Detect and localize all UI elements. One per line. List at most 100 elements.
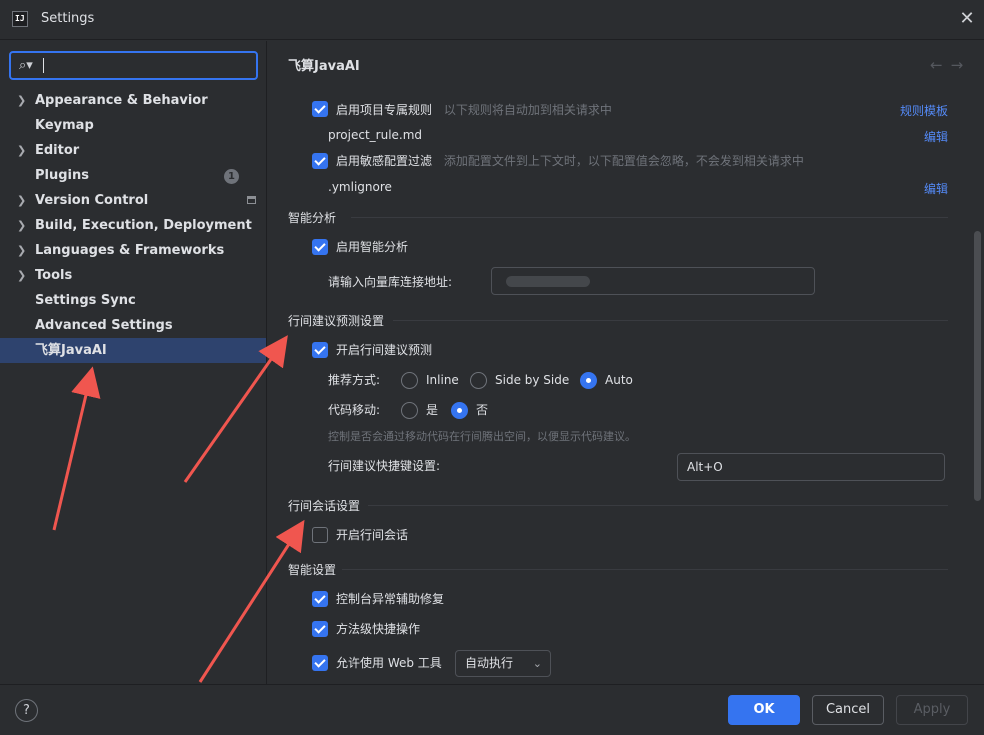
cancel-button[interactable]: Cancel xyxy=(812,695,884,725)
sidebar-item-settings-sync[interactable]: Settings Sync xyxy=(0,288,266,313)
vector-db-url-field[interactable] xyxy=(491,267,815,295)
web-tool-mode-value: 自动执行 xyxy=(465,656,514,670)
chevron-right-icon: ❯ xyxy=(17,194,27,207)
project-rule-file: project_rule.md xyxy=(328,128,423,142)
project-level-icon xyxy=(247,196,256,204)
smart-analysis-checkbox[interactable] xyxy=(312,239,328,255)
sensitive-filter-hint: 添加配置文件到上下文时，以下配置值会忽略，不会发到相关请求中 xyxy=(443,154,804,168)
inline-chat-label: 开启行间会话 xyxy=(336,528,409,542)
sidebar-item-editor[interactable]: ❯ Editor xyxy=(0,138,266,163)
dialog-footer: ? OK Cancel Apply xyxy=(0,684,984,735)
title-bar: IJ Settings ✕ xyxy=(0,0,984,40)
sidebar-item-label: Tools xyxy=(35,268,73,283)
mode-side-by-side-label: Side by Side xyxy=(495,373,570,387)
section-divider xyxy=(368,505,948,506)
mode-auto-label: Auto xyxy=(605,373,633,387)
sidebar-item-label: Advanced Settings xyxy=(35,318,173,333)
project-rules-label: 启用项目专属规则 xyxy=(336,103,433,117)
mode-side-by-side-radio[interactable] xyxy=(470,372,487,389)
code-move-no-radio[interactable] xyxy=(451,402,468,419)
sidebar-item-plugins[interactable]: Plugins 1 xyxy=(0,163,266,188)
rule-template-link[interactable]: 规则模板 xyxy=(900,102,948,119)
sidebar-item-label: 飞算JavaAI xyxy=(35,343,107,358)
plugins-update-badge: 1 xyxy=(224,169,239,184)
close-icon[interactable]: ✕ xyxy=(958,10,976,28)
web-tool-mode-select[interactable]: 自动执行 ⌄ xyxy=(455,650,551,677)
section-smart-settings: 智能设置 xyxy=(288,563,337,577)
shortcut-label: 行间建议快捷键设置: xyxy=(328,459,441,473)
sensitive-filter-label: 启用敏感配置过滤 xyxy=(336,154,433,168)
web-tool-label: 允许使用 Web 工具 xyxy=(336,656,442,670)
search-input[interactable]: ⌕▾ xyxy=(9,51,258,80)
shortcut-field[interactable]: Alt+O xyxy=(677,453,945,481)
mode-inline-radio[interactable] xyxy=(401,372,418,389)
sidebar-item-keymap[interactable]: Keymap xyxy=(0,113,266,138)
sidebar-item-tools[interactable]: ❯ Tools xyxy=(0,263,266,288)
help-icon[interactable]: ? xyxy=(15,699,38,722)
vector-db-url-label: 请输入向量库连接地址: xyxy=(328,275,453,289)
code-move-yes-label: 是 xyxy=(426,403,439,417)
section-smart-analysis: 智能分析 xyxy=(288,211,337,225)
back-forward-icons[interactable]: ←→ xyxy=(930,56,971,74)
smart-analysis-label: 启用智能分析 xyxy=(336,240,409,254)
sidebar-item-advanced-settings[interactable]: Advanced Settings xyxy=(0,313,266,338)
recommend-mode-label: 推荐方式: xyxy=(328,373,381,387)
ok-button[interactable]: OK xyxy=(728,695,800,725)
text-cursor xyxy=(43,58,44,73)
method-actions-label: 方法级快捷操作 xyxy=(336,622,421,636)
mode-inline-label: Inline xyxy=(426,373,459,387)
window-title: Settings xyxy=(41,11,95,26)
section-divider xyxy=(393,320,948,321)
section-divider xyxy=(342,569,948,570)
chevron-right-icon: ❯ xyxy=(17,144,27,157)
chevron-right-icon: ❯ xyxy=(17,244,27,257)
chevron-right-icon: ❯ xyxy=(17,219,27,232)
code-move-hint: 控制是否会通过移动代码在行间腾出空间，以便显示代码建议。 xyxy=(328,430,636,443)
inline-chat-checkbox[interactable] xyxy=(312,527,328,543)
sensitive-filter-row: 启用敏感配置过滤 添加配置文件到上下文时，以下配置值会忽略，不会发到相关请求中 xyxy=(336,150,804,172)
sidebar-item-label: Editor xyxy=(35,143,80,158)
search-icon: ⌕▾ xyxy=(19,58,33,73)
chevron-right-icon: ❯ xyxy=(17,94,27,107)
sidebar-item-label: Plugins xyxy=(35,168,89,183)
apply-button[interactable]: Apply xyxy=(896,695,968,725)
redacted-url xyxy=(506,276,590,287)
settings-sidebar: ⌕▾ ❯ Appearance & Behavior Keymap ❯ Edit… xyxy=(0,41,266,684)
sidebar-item-label: Keymap xyxy=(35,118,94,133)
sidebar-item-label: Settings Sync xyxy=(35,293,136,308)
project-rules-hint: 以下规则将自动加到相关请求中 xyxy=(443,103,612,117)
section-inline-prediction: 行间建议预测设置 xyxy=(288,314,385,328)
sidebar-item-feisuan-javaai[interactable]: 飞算JavaAI xyxy=(0,338,266,363)
section-divider xyxy=(351,217,948,218)
inline-prediction-label: 开启行间建议预测 xyxy=(336,343,433,357)
settings-content: 飞算JavaAI ←→ 启用项目专属规则 以下规则将自动加到相关请求中 规则模板… xyxy=(267,41,984,684)
code-move-yes-radio[interactable] xyxy=(401,402,418,419)
code-move-no-label: 否 xyxy=(476,403,489,417)
edit-ymlignore-link[interactable]: 编辑 xyxy=(924,180,948,197)
sidebar-item-label: Appearance & Behavior xyxy=(35,93,208,108)
project-rules-checkbox[interactable] xyxy=(312,101,328,117)
chevron-right-icon: ❯ xyxy=(17,269,27,282)
sensitive-filter-checkbox[interactable] xyxy=(312,153,328,169)
ymlignore-file: .ymlignore xyxy=(328,180,392,194)
sidebar-item-label: Languages & Frameworks xyxy=(35,243,225,258)
vertical-scrollbar[interactable] xyxy=(974,231,981,501)
chevron-down-icon: ⌄ xyxy=(532,657,542,670)
method-actions-checkbox[interactable] xyxy=(312,621,328,637)
intellij-app-icon: IJ xyxy=(12,11,28,27)
mode-auto-radio[interactable] xyxy=(580,372,597,389)
inline-prediction-checkbox[interactable] xyxy=(312,342,328,358)
code-move-label: 代码移动: xyxy=(328,403,381,417)
web-tool-checkbox[interactable] xyxy=(312,655,328,671)
sidebar-item-label: Build, Execution, Deployment xyxy=(35,218,252,233)
page-title: 飞算JavaAI xyxy=(288,59,360,74)
sidebar-item-build-execution-deployment[interactable]: ❯ Build, Execution, Deployment xyxy=(0,213,266,238)
sidebar-item-version-control[interactable]: ❯ Version Control xyxy=(0,188,266,213)
console-fix-checkbox[interactable] xyxy=(312,591,328,607)
project-rules-row: 启用项目专属规则 以下规则将自动加到相关请求中 xyxy=(336,99,612,121)
sidebar-item-appearance-behavior[interactable]: ❯ Appearance & Behavior xyxy=(0,88,266,113)
sidebar-item-label: Version Control xyxy=(35,193,149,208)
section-inline-chat: 行间会话设置 xyxy=(288,499,361,513)
edit-project-rule-link[interactable]: 编辑 xyxy=(924,128,948,145)
sidebar-item-languages-frameworks[interactable]: ❯ Languages & Frameworks xyxy=(0,238,266,263)
